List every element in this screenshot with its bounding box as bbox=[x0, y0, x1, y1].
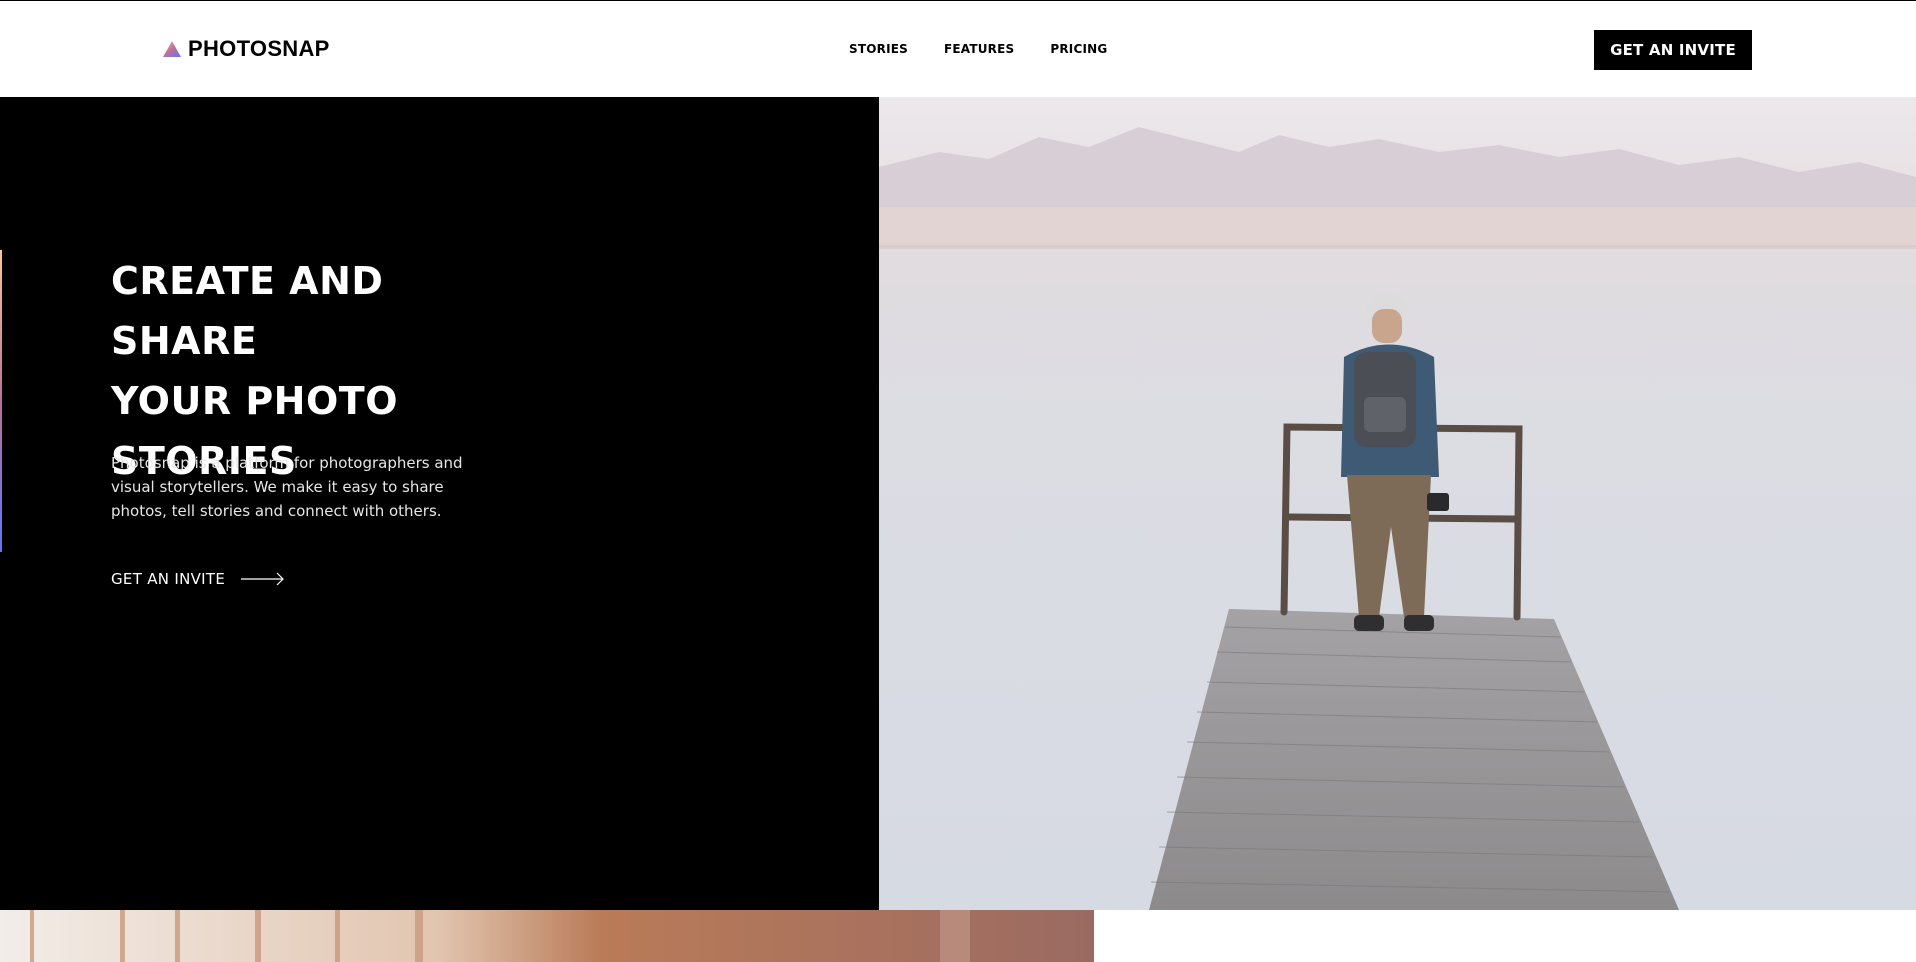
nav-features-link[interactable]: FEATURES bbox=[944, 41, 1014, 57]
get-invite-button[interactable]: GET AN INVITE bbox=[1594, 30, 1752, 70]
brand-logo[interactable]: PHOTOSNAP bbox=[162, 37, 330, 61]
interior-photo-image bbox=[0, 910, 1094, 962]
photographer-on-pier-image bbox=[879, 97, 1916, 910]
arrow-right-icon bbox=[241, 572, 285, 586]
hero-photo bbox=[879, 97, 1916, 910]
nav-stories-link[interactable]: STORIES bbox=[849, 41, 908, 57]
next-section-text-panel bbox=[1094, 910, 1916, 962]
gradient-accent-bar bbox=[0, 250, 2, 552]
hero-description: Photosnap is a platform for photographer… bbox=[111, 454, 463, 520]
hero-title-line: CREATE AND SHARE bbox=[111, 259, 384, 363]
next-section-photo bbox=[0, 910, 1094, 962]
brand-name: PHOTOSNAP bbox=[188, 36, 330, 61]
hero-get-invite-link[interactable]: GET AN INVITE bbox=[111, 570, 285, 588]
hero-title-line: YOUR PHOTO bbox=[111, 379, 398, 423]
hero-text-panel: CREATE AND SHARE YOUR PHOTO STORIES Phot… bbox=[0, 97, 879, 910]
page: PHOTOSNAP STORIES FEATURES PRICING GET A… bbox=[0, 0, 1916, 962]
nav-pricing-link[interactable]: PRICING bbox=[1050, 41, 1107, 57]
site-header: PHOTOSNAP STORIES FEATURES PRICING GET A… bbox=[0, 0, 1916, 97]
hero-link-label: GET AN INVITE bbox=[111, 570, 226, 588]
triangle-gradient-logo-icon bbox=[163, 41, 181, 57]
main-nav: STORIES FEATURES PRICING bbox=[849, 41, 1107, 57]
